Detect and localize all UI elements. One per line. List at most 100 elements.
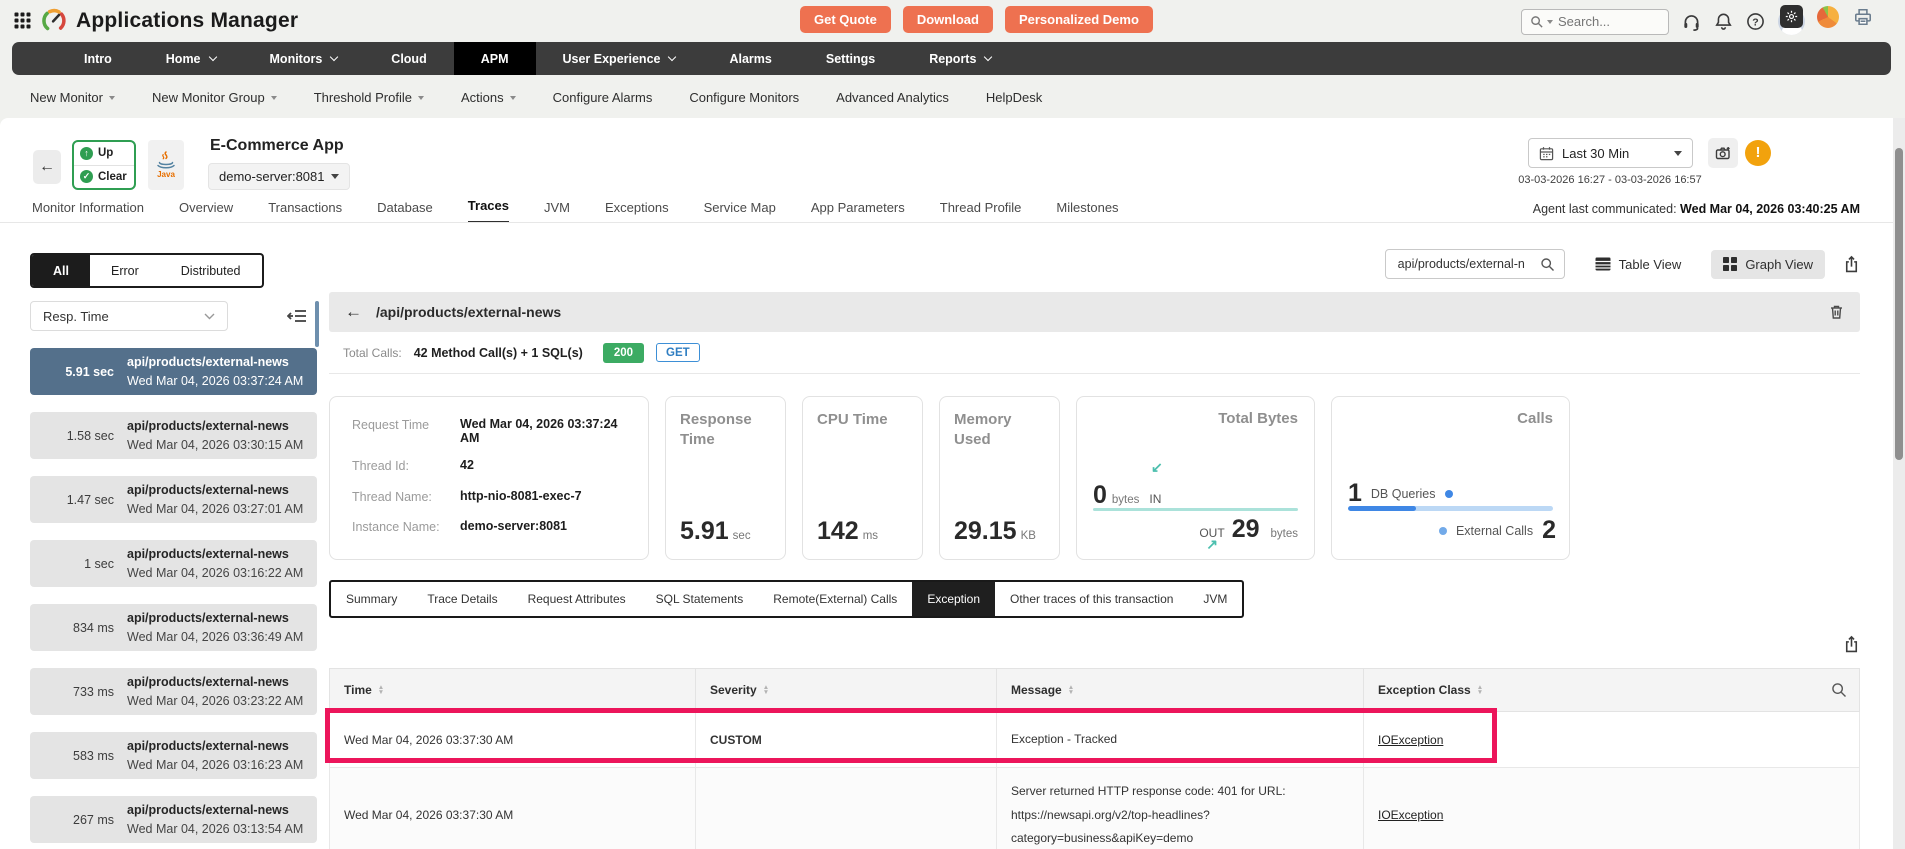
nav-item[interactable]: Alarms — [702, 42, 798, 75]
applications-manager-gauge-icon — [40, 7, 67, 34]
table-search-icon[interactable] — [1831, 682, 1847, 698]
trace-response-time: 583 ms — [42, 749, 114, 763]
pie-chart-icon[interactable] — [1817, 6, 1839, 28]
graph-view-button[interactable]: Graph View — [1711, 250, 1825, 279]
monitor-tab[interactable]: Milestones — [1056, 200, 1118, 223]
vertical-scrollbar[interactable] — [1893, 118, 1905, 849]
trace-filter-option[interactable]: Error — [90, 255, 160, 286]
scrollbar-thumb[interactable] — [1895, 148, 1903, 460]
gear-icon[interactable] — [1780, 5, 1803, 28]
calls-card: Calls 1 DB Queries External Calls 2 — [1331, 396, 1570, 560]
trace-detail-tab[interactable]: Request Attributes — [513, 582, 641, 616]
nav-item[interactable]: Home — [139, 42, 243, 75]
cta-button[interactable]: Download — [903, 6, 993, 33]
export-share-icon[interactable] — [1843, 635, 1860, 653]
help-icon[interactable]: ? — [1746, 12, 1765, 31]
sort-by-select[interactable]: Resp. Time — [30, 301, 228, 331]
trace-detail-tab[interactable]: Exception — [912, 582, 995, 616]
sort-icon[interactable]: ▲▼ — [378, 685, 384, 695]
trace-list-item[interactable]: 5.91 sec api/products/external-news Wed … — [30, 348, 317, 395]
trace-detail-tab[interactable]: Other traces of this transaction — [995, 582, 1188, 616]
nav-item[interactable]: Settings — [799, 42, 902, 75]
exception-row[interactable]: Wed Mar 04, 2026 03:37:30 AM Server retu… — [330, 768, 1860, 849]
time-range-select[interactable]: Last 30 Min — [1528, 138, 1693, 168]
http-method-badge: GET — [656, 343, 700, 362]
monitor-tab[interactable]: Traces — [468, 198, 509, 223]
nav-item[interactable]: Intro — [57, 42, 139, 75]
trace-detail-tab[interactable]: Trace Details — [412, 582, 512, 616]
monitor-tab[interactable]: Database — [377, 200, 433, 223]
subnav-item[interactable]: New Monitor — [30, 90, 115, 105]
back-button[interactable]: ← — [33, 150, 61, 184]
subnav-item[interactable]: Actions — [461, 90, 516, 105]
chevron-down-icon — [1674, 151, 1682, 156]
trace-search[interactable] — [1385, 249, 1565, 279]
monitor-tab[interactable]: Exceptions — [605, 200, 669, 223]
monitor-tab[interactable]: App Parameters — [811, 200, 905, 223]
subnav-item[interactable]: Advanced Analytics — [836, 90, 949, 105]
trace-detail-tab[interactable]: Summary — [331, 582, 412, 616]
apps-grid-icon[interactable] — [14, 12, 31, 29]
subnav-item[interactable]: Configure Alarms — [553, 90, 653, 105]
nav-item[interactable]: Reports — [902, 42, 1018, 75]
app-title: Applications Manager — [76, 9, 298, 33]
trace-response-time: 267 ms — [42, 813, 114, 827]
search-icon[interactable] — [1540, 257, 1555, 272]
cta-button[interactable]: Get Quote — [800, 6, 891, 33]
instance-select[interactable]: demo-server:8081 — [208, 163, 350, 190]
metric-card: CPU Time 142ms — [802, 396, 923, 560]
trace-list-item[interactable]: 1.58 sec api/products/external-news Wed … — [30, 412, 317, 459]
trace-list-item[interactable]: 733 ms api/products/external-news Wed Ma… — [30, 668, 317, 715]
global-search-input[interactable] — [1556, 13, 1660, 30]
monitor-tab[interactable]: Transactions — [268, 200, 342, 223]
search-scope-caret-icon[interactable] — [1547, 20, 1553, 24]
trace-detail-tab[interactable]: JVM — [1188, 582, 1242, 616]
trace-list-item[interactable]: 1.47 sec api/products/external-news Wed … — [30, 476, 317, 523]
notifications-bell-icon[interactable] — [1714, 12, 1733, 31]
table-header-cell: Message ▲▼ — [997, 669, 1364, 712]
trace-detail-panel: Table View Graph View — [319, 223, 1905, 849]
monitor-tab[interactable]: JVM — [544, 200, 570, 223]
exception-class-link[interactable]: IOException — [1378, 808, 1443, 822]
exception-class-link[interactable]: IOException — [1378, 733, 1443, 747]
monitor-tab[interactable]: Thread Profile — [940, 200, 1022, 223]
trace-list-item[interactable]: 834 ms api/products/external-news Wed Ma… — [30, 604, 317, 651]
trace-back-button[interactable]: ← — [345, 302, 362, 322]
printer-icon[interactable] — [1853, 7, 1873, 27]
monitor-tab[interactable]: Monitor Information — [32, 200, 144, 223]
delete-trace-icon[interactable] — [1829, 304, 1844, 320]
nav-item[interactable]: APM — [454, 42, 536, 75]
subnav-item[interactable]: Threshold Profile — [314, 90, 424, 105]
screenshot-camera-button[interactable] — [1708, 138, 1738, 168]
subnav-item[interactable]: New Monitor Group — [152, 90, 277, 105]
trace-list-item[interactable]: 267 ms api/products/external-news Wed Ma… — [30, 796, 317, 843]
subnav-item[interactable]: HelpDesk — [986, 90, 1042, 105]
export-share-icon[interactable] — [1843, 255, 1860, 273]
monitor-tab[interactable]: Overview — [179, 200, 233, 223]
trace-detail-tab[interactable]: Remote(External) Calls — [758, 582, 912, 616]
collapse-panel-icon[interactable] — [287, 308, 307, 324]
trace-list-item[interactable]: 1 sec api/products/external-news Wed Mar… — [30, 540, 317, 587]
support-headset-icon[interactable] — [1682, 12, 1701, 31]
caret-down-icon — [271, 96, 277, 100]
global-search[interactable] — [1521, 9, 1669, 35]
trace-filter-option[interactable]: Distributed — [160, 255, 262, 286]
table-view-button[interactable]: Table View — [1583, 250, 1694, 279]
trace-filter-option[interactable]: All — [32, 255, 90, 286]
sort-icon[interactable]: ▲▼ — [763, 685, 769, 695]
warning-badge[interactable]: ! — [1745, 140, 1771, 166]
sort-icon[interactable]: ▲▼ — [1068, 685, 1074, 695]
trace-search-input[interactable] — [1396, 256, 1534, 272]
sort-icon[interactable]: ▲▼ — [1477, 685, 1483, 695]
trace-list-item[interactable]: 583 ms api/products/external-news Wed Ma… — [30, 732, 317, 779]
trace-detail-tab[interactable]: SQL Statements — [641, 582, 759, 616]
exception-row[interactable]: Wed Mar 04, 2026 03:37:30 AM CUSTOM Exce… — [330, 712, 1860, 768]
nav-item[interactable]: Cloud — [364, 42, 453, 75]
subnav-item[interactable]: Configure Monitors — [689, 90, 799, 105]
db-queries-dot — [1445, 490, 1453, 498]
trace-name: api/products/external-news — [127, 609, 303, 627]
cta-button[interactable]: Personalized Demo — [1005, 6, 1153, 33]
monitor-tab[interactable]: Service Map — [704, 200, 776, 223]
nav-item[interactable]: User Experience — [536, 42, 703, 75]
nav-item[interactable]: Monitors — [243, 42, 365, 75]
